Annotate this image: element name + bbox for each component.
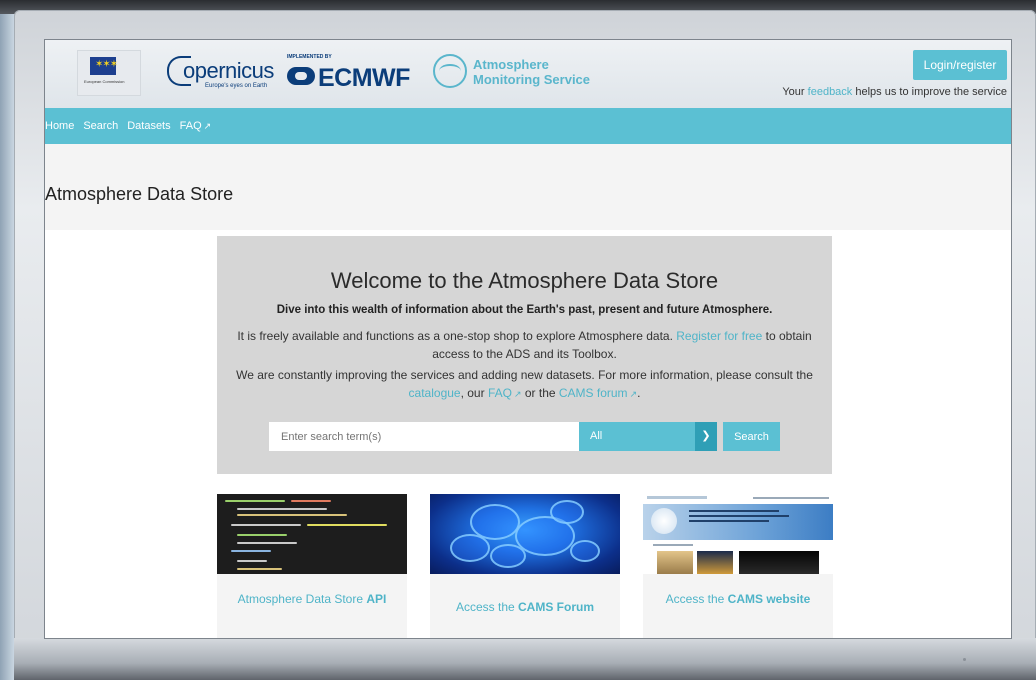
copernicus-logo[interactable]: opernicus Europe's eyes on Earth	[167, 54, 277, 94]
external-link-icon: ↗	[203, 121, 212, 131]
card-forum-label: Access the CAMS Forum	[440, 598, 610, 616]
feedback-link[interactable]: feedback	[808, 86, 853, 98]
card-api-label-bold: API	[366, 592, 387, 606]
browser-screen: ✶✶✶ European Commission opernicus Europe…	[45, 40, 1011, 638]
card-website-label: Access the CAMS website	[653, 590, 823, 608]
external-link-icon: ↗	[513, 389, 522, 399]
website-preview-image	[643, 494, 833, 574]
site-header: ✶✶✶ European Commission opernicus Europe…	[45, 40, 1011, 108]
copernicus-wordmark: opernicus	[183, 58, 274, 83]
card-forum[interactable]: Access the CAMS Forum	[430, 494, 620, 638]
cams-globe-icon	[433, 54, 467, 88]
feedback-prefix: Your	[782, 86, 808, 98]
feedback-line: Your feedback helps us to improve the se…	[782, 86, 1007, 98]
search-input[interactable]	[269, 422, 579, 451]
monitor-bottom-bezel	[14, 638, 1036, 680]
ecmwf-logo[interactable]: IMPLEMENTED BY ECMWF	[285, 54, 420, 94]
feedback-suffix: helps us to improve the service	[852, 86, 1007, 98]
search-button[interactable]: Search	[723, 422, 780, 451]
p2-text2: , our	[460, 386, 488, 400]
speech-bubbles-image	[430, 494, 620, 574]
welcome-paragraph-2: We are constantly improving the services…	[227, 366, 822, 403]
cams-wordmark: Atmosphere Monitoring Service	[473, 57, 590, 87]
cams-forum-link-label: CAMS forum	[558, 386, 628, 400]
card-api-label: Atmosphere Data Store API	[227, 590, 397, 608]
welcome-paragraph-1: It is freely available and functions as …	[227, 327, 822, 363]
background-sky	[0, 14, 14, 680]
card-forum-label-pre: Access the	[455, 600, 519, 614]
p1-text: It is freely available and functions as …	[237, 329, 677, 343]
card-api[interactable]: Atmosphere Data Store API	[217, 494, 407, 638]
nav-datasets[interactable]: Datasets	[127, 120, 170, 132]
cams-line1: Atmosphere	[473, 57, 549, 72]
cams-logo[interactable]: Atmosphere Monitoring Service	[433, 54, 593, 94]
nav-faq[interactable]: FAQ ↗	[180, 120, 212, 132]
eu-caption: European Commission	[84, 79, 125, 84]
code-screenshot-image	[217, 494, 407, 574]
page-title-band: Atmosphere Data Store	[45, 144, 1011, 230]
chevron-down-icon[interactable]: ❯	[695, 422, 717, 451]
card-website-label-pre: Access the	[665, 592, 728, 606]
faq-link-label: FAQ	[487, 386, 512, 400]
catalogue-link[interactable]: catalogue	[409, 386, 461, 400]
welcome-subtitle: Dive into this wealth of information abo…	[276, 304, 773, 316]
ecmwf-mark-icon	[287, 67, 315, 85]
category-select[interactable]: All	[579, 422, 697, 451]
cams-forum-link[interactable]: CAMS forum ↗	[559, 386, 637, 400]
implemented-by-label: IMPLEMENTED BY	[287, 54, 332, 60]
p2-text3: or the	[521, 386, 559, 400]
main-nav: Home Search Datasets FAQ ↗	[45, 108, 1011, 144]
page-title: Atmosphere Data Store	[45, 184, 234, 204]
card-website[interactable]: Access the CAMS website	[643, 494, 833, 638]
eu-logo[interactable]: ✶✶✶ European Commission	[77, 50, 141, 96]
ecmwf-wordmark: ECMWF	[318, 64, 410, 92]
register-link[interactable]: Register for free	[676, 329, 762, 343]
external-link-icon: ↗	[629, 389, 638, 399]
p2-text: We are constantly improving the services…	[236, 368, 813, 382]
cams-line2: Monitoring Service	[473, 72, 591, 87]
welcome-panel: Welcome to the Atmosphere Data Store Div…	[217, 236, 832, 474]
card-website-label-bold: CAMS website	[727, 592, 811, 606]
power-led	[963, 658, 966, 661]
p2-text4: .	[637, 386, 641, 400]
welcome-title: Welcome to the Atmosphere Data Store	[330, 268, 719, 293]
nav-faq-label: FAQ	[179, 120, 202, 132]
nav-search[interactable]: Search	[83, 120, 118, 132]
nav-home[interactable]: Home	[45, 120, 74, 132]
faq-link[interactable]: FAQ ↗	[488, 386, 522, 400]
copernicus-tagline: Europe's eyes on Earth	[205, 83, 268, 89]
eu-flag-icon: ✶✶✶	[90, 57, 118, 75]
login-register-button[interactable]: Login/register	[913, 50, 1007, 80]
card-api-label-pre: Atmosphere Data Store	[237, 592, 367, 606]
card-forum-label-bold: CAMS Forum	[518, 600, 595, 614]
